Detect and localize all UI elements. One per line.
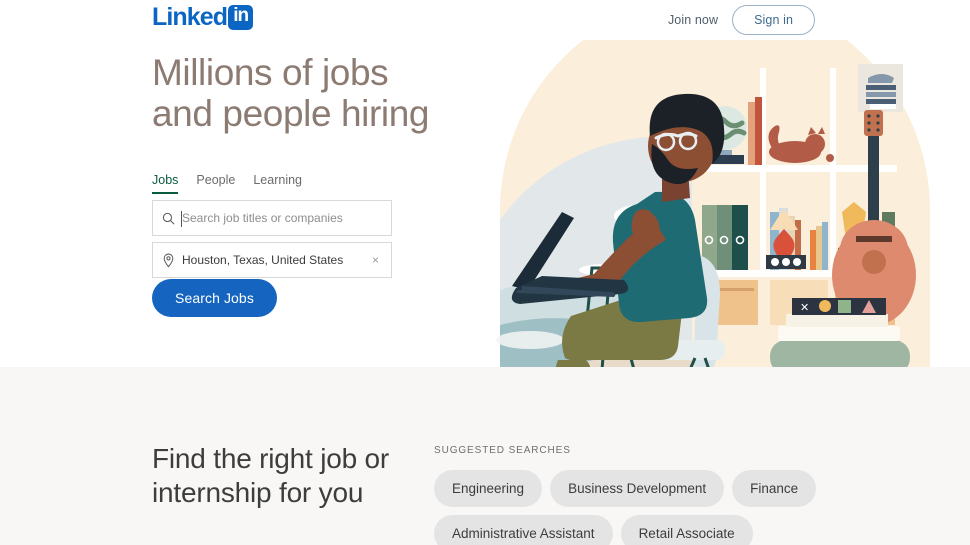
search-input[interactable] [182,211,382,225]
hero-section: Linked in Join now Sign in Millions of j… [0,0,970,367]
chip-engineering[interactable]: Engineering [434,470,543,507]
search-form: Houston, Texas, United States × [152,200,392,284]
svg-text:✕: ✕ [800,302,809,314]
chip-finance[interactable]: Finance [732,470,817,507]
suggested-searches-block: Suggested searches Engineering Business … [434,445,934,545]
suggested-searches-label: Suggested searches [434,445,571,456]
join-now-link[interactable]: Join now [668,13,718,27]
logo-in-badge: in [228,4,254,30]
linkedin-logo[interactable]: Linked in [152,2,254,31]
hero-illustration: ✕ [470,0,970,367]
hero-text-block: Millions of jobs and people hiring [152,52,452,135]
sign-in-button[interactable]: Sign in [732,5,815,35]
chip-administrative-assistant[interactable]: Administrative Assistant [434,515,613,545]
text-caret [181,211,182,227]
framed-picture [858,64,903,112]
suggested-searches-chips: Engineering Business Development Finance… [434,470,914,545]
search-icon [162,212,175,225]
location-field-wrapper[interactable]: Houston, Texas, United States × [152,242,392,278]
hero-title: Millions of jobs and people hiring [152,52,430,135]
search-jobs-button[interactable]: Search Jobs [152,279,277,317]
logo-wordmark: Linked [152,2,228,31]
keyword-field-wrapper[interactable] [152,200,392,236]
search-type-tabs: Jobs People Learning [152,172,302,194]
location-pin-icon [162,253,175,268]
lower-section-title: Find the right job or internship for you [152,443,390,508]
chip-retail-associate[interactable]: Retail Associate [620,515,753,545]
tab-people[interactable]: People [196,173,235,194]
tab-learning[interactable]: Learning [253,173,302,194]
tab-jobs[interactable]: Jobs [152,173,179,194]
page-header: Linked in Join now Sign in [0,0,970,40]
lower-section: Find the right job or internship for you… [0,367,970,545]
header-actions: Join now Sign in [668,0,815,40]
binders [702,205,748,270]
linkedin-jobs-landing-page: Linked in Join now Sign in Millions of j… [0,0,970,545]
location-value: Houston, Texas, United States [182,253,344,267]
illustration-svg: ✕ [496,0,930,367]
clear-location-icon[interactable]: × [369,252,382,268]
chip-business-development[interactable]: Business Development [550,470,725,507]
